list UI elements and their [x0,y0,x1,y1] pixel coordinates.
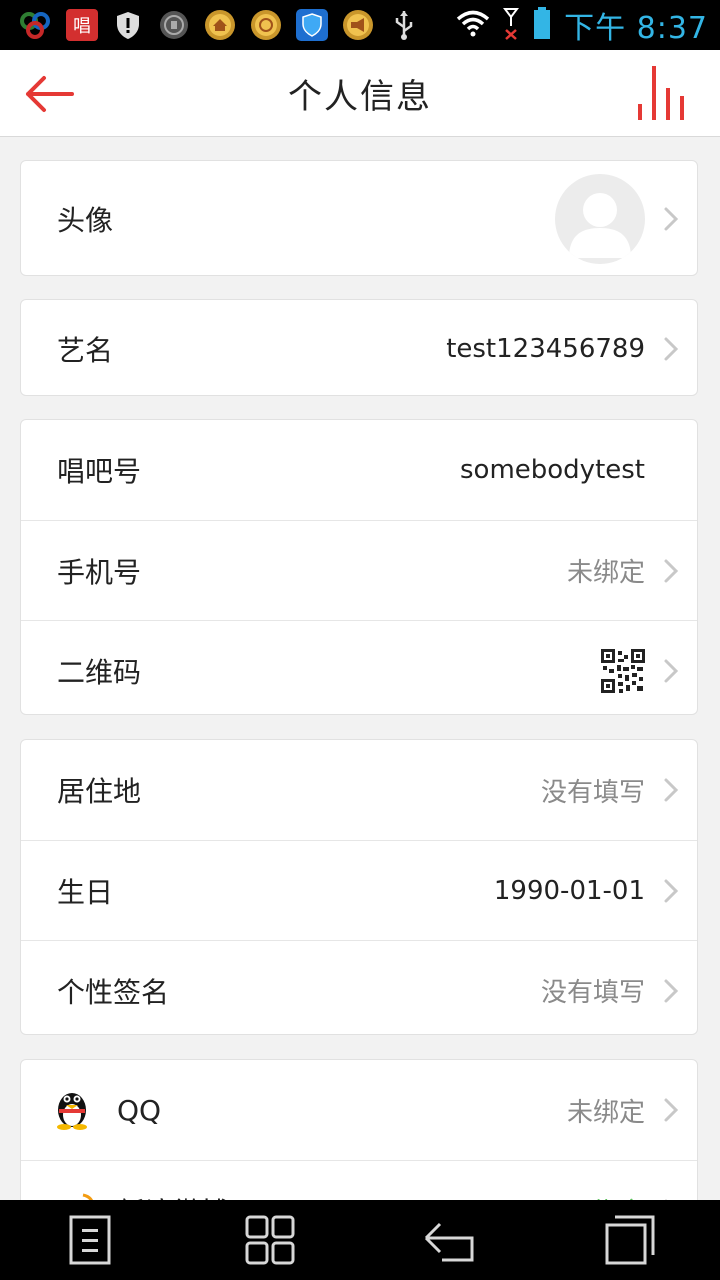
avatar-label: 头像 [57,204,114,237]
system-back-button[interactable] [415,1210,485,1270]
page-title: 个人信息 [288,76,432,117]
qq-penguin-icon [53,1086,91,1130]
signature-value: 没有填写 [540,978,645,1008]
chevron-right-icon [663,978,679,1004]
home-button[interactable] [235,1210,305,1270]
chevron-right-icon [663,336,679,362]
chevron-right-icon [663,777,679,803]
back-arrow-icon [424,1222,474,1262]
qq-label: QQ [117,1093,162,1127]
security-badge-icon [156,7,192,43]
svg-text:唱: 唱 [73,16,91,37]
menu-button[interactable] [55,1210,125,1270]
residence-label: 居住地 [57,775,142,808]
home-coin-icon [202,7,238,43]
social-card: QQ 未绑定 新浪微博 已绑定 [20,1059,698,1219]
shield-icon [110,7,146,43]
system-nav-bar [0,1200,720,1280]
details-card: 居住地 没有填写 生日 1990-01-01 个性签名 没有填写 [20,739,698,1035]
equalizer-button[interactable] [634,64,694,124]
signal-off-icon [502,6,520,44]
phone-value: 未绑定 [566,558,645,588]
qrcode-label: 二维码 [57,655,142,689]
back-arrow-icon [26,76,74,112]
horn-coin-icon [340,7,376,43]
avatar-row[interactable]: 头像 [21,161,697,275]
gold-coin-icon [248,7,284,43]
chevron-right-icon [663,658,679,684]
avatar-card: 头像 [20,160,698,276]
menu-icon [69,1215,111,1265]
equalizer-icon [638,66,684,120]
wifi-icon [456,9,490,41]
qrcode-row[interactable]: 二维码 [21,620,697,714]
residence-row[interactable]: 居住地 没有填写 [21,740,697,840]
signature-row[interactable]: 个性签名 没有填写 [21,940,697,1034]
status-bar: 唱 下午 8:37 [0,0,720,50]
blue-shield-icon [294,7,330,43]
qrcode-icon [601,649,645,693]
changba-id-row: 唱吧号 somebodytest [21,420,697,520]
qq-row[interactable]: QQ 未绑定 [21,1060,697,1160]
default-user-icon [569,193,631,258]
qq-value: 未绑定 [566,1097,645,1128]
recent-apps-button[interactable] [595,1210,665,1270]
back-button[interactable] [22,72,78,116]
stage-name-card: 艺名 test123456789 [20,299,698,396]
stage-name-value: test123456789 [446,333,645,364]
birthday-label: 生日 [57,875,114,909]
apps-grid-icon [245,1215,295,1265]
chevron-right-icon [663,1097,679,1123]
avatar[interactable] [555,174,645,264]
app-header: 个人信息 [0,50,720,137]
account-card: 唱吧号 somebodytest 手机号 未绑定 二维码 [20,419,698,715]
phone-row[interactable]: 手机号 未绑定 [21,520,697,620]
recent-apps-icon [605,1215,655,1265]
changba-id-value: somebodytest [459,455,645,485]
clock: 下午 8:37 [564,11,708,46]
chevron-right-icon [663,206,679,232]
battery-icon [532,6,552,44]
changba-icon: 唱 [64,7,100,43]
birthday-row[interactable]: 生日 1990-01-01 [21,840,697,940]
changba-id-label: 唱吧号 [57,455,142,488]
signature-label: 个性签名 [57,975,170,1009]
chevron-right-icon [663,558,679,584]
app-circles-icon [18,7,54,43]
stage-name-row[interactable]: 艺名 test123456789 [21,300,697,395]
residence-value: 没有填写 [540,777,645,808]
stage-name-label: 艺名 [57,333,114,367]
usb-icon [386,7,422,43]
birthday-value: 1990-01-01 [493,875,645,906]
phone-label: 手机号 [57,555,142,589]
chevron-right-icon [663,878,679,904]
